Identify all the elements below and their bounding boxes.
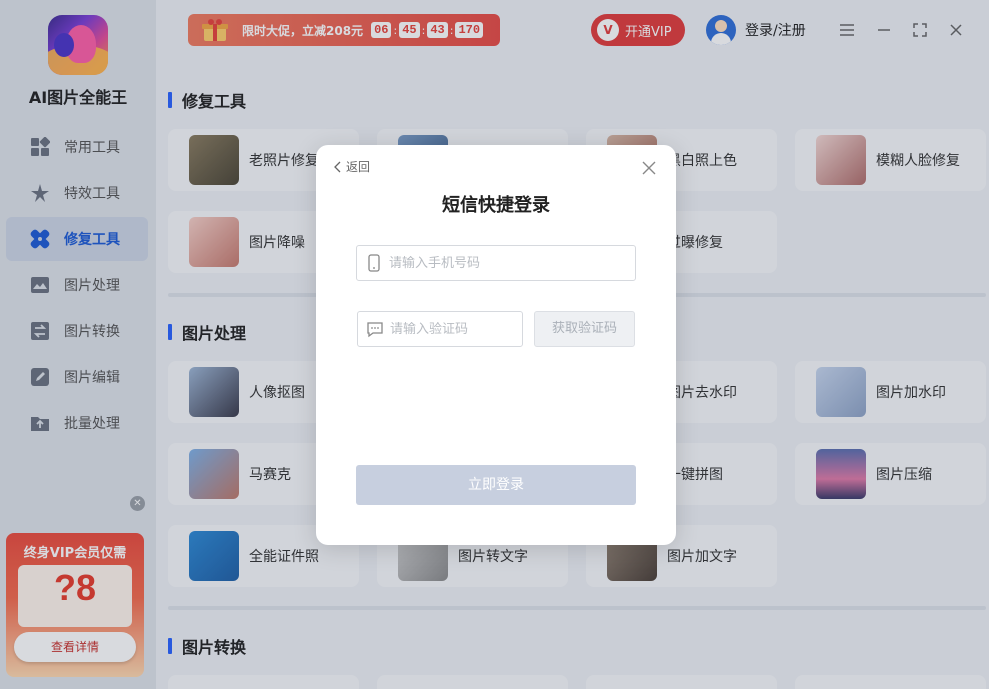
message-icon bbox=[367, 322, 383, 338]
phone-field[interactable] bbox=[356, 245, 636, 281]
phone-icon bbox=[368, 254, 380, 272]
login-now-button[interactable]: 立即登录 bbox=[356, 465, 636, 505]
sms-login-dialog: 返回 短信快捷登录 获取验证码 立即登录 bbox=[316, 145, 676, 545]
phone-input[interactable] bbox=[389, 255, 635, 271]
get-code-button[interactable]: 获取验证码 bbox=[534, 311, 635, 347]
chevron-left-icon bbox=[334, 161, 341, 172]
back-button[interactable]: 返回 bbox=[333, 158, 370, 175]
code-input[interactable] bbox=[390, 321, 522, 337]
code-field[interactable] bbox=[357, 311, 523, 347]
dialog-title: 短信快捷登录 bbox=[442, 195, 550, 216]
close-icon[interactable] bbox=[638, 157, 660, 179]
